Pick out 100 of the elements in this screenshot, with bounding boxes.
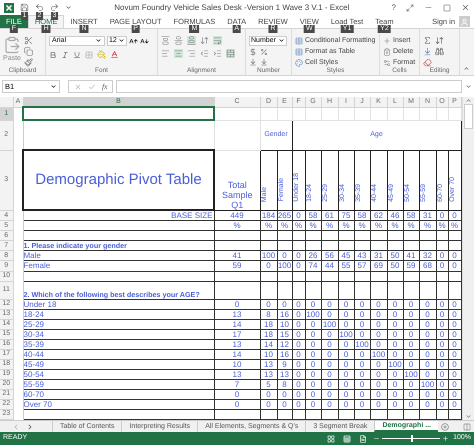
table-cell: 0 <box>292 339 305 350</box>
row-label-cell: 50-54 <box>23 369 214 380</box>
bold-icon[interactable] <box>49 50 57 58</box>
clear-icon[interactable] <box>423 58 432 67</box>
table-cell: 58 <box>403 210 419 221</box>
row-label-cell: 35-39 <box>23 339 214 350</box>
table-cell: 0 <box>436 339 448 350</box>
maximize-icon[interactable] <box>443 4 451 12</box>
table-cell: 0 <box>292 359 305 370</box>
dropdown-caret-icon[interactable] <box>118 37 125 44</box>
page-layout-view-icon[interactable] <box>343 434 352 442</box>
fill-color-icon[interactable] <box>97 50 106 59</box>
table-cell: 0 <box>338 349 354 360</box>
shrink-font-icon[interactable] <box>140 36 149 46</box>
dropdown-caret-icon[interactable] <box>278 37 285 44</box>
table-cell: 0 <box>354 319 370 330</box>
table-cell: 13 <box>214 309 260 320</box>
formula-input[interactable] <box>116 80 462 93</box>
page-break-view-icon[interactable] <box>359 434 368 442</box>
table-cell: 0 <box>277 250 292 261</box>
table-cell: 0 <box>260 389 277 400</box>
table-cell: 0 <box>338 359 354 370</box>
zoom-in-icon[interactable] <box>442 435 450 442</box>
table-cell: 32 <box>419 250 436 261</box>
dropdown-caret-icon[interactable] <box>95 37 102 44</box>
table-cell: 0 <box>448 309 461 320</box>
font-color-icon[interactable] <box>110 50 119 59</box>
copy-icon[interactable] <box>24 47 33 56</box>
table-cell: 0 <box>292 329 305 340</box>
sort-icon[interactable] <box>435 36 444 45</box>
table-cell: % <box>403 220 419 231</box>
zoom-out-icon[interactable] <box>373 435 380 442</box>
expand-formula-icon[interactable] <box>465 83 472 90</box>
table-cell: 0 <box>448 349 461 360</box>
table-icon[interactable] <box>295 48 303 56</box>
scroll-up-icon[interactable] <box>464 97 472 104</box>
table-cell: 0 <box>292 299 305 310</box>
insert-cells-icon[interactable] <box>383 36 391 44</box>
align-middle-icon[interactable] <box>174 36 183 45</box>
row-label-cell: 25-29 <box>23 319 214 330</box>
table-cell: 45 <box>338 250 354 261</box>
italic-icon[interactable] <box>61 50 69 58</box>
find-icon[interactable] <box>435 47 444 56</box>
cell-styles-icon[interactable] <box>295 58 303 66</box>
table-cell: 100 <box>305 309 321 320</box>
ribbon-display-icon[interactable] <box>406 4 414 12</box>
cut-icon[interactable] <box>24 36 33 45</box>
align-right-icon[interactable] <box>187 49 196 58</box>
vertical-scrollbar[interactable] <box>462 97 474 420</box>
new-sheet-icon[interactable] <box>441 422 450 430</box>
table-cell: 0 <box>448 329 461 340</box>
normal-view-icon[interactable] <box>327 434 336 442</box>
table-cell: 0 <box>387 299 403 310</box>
redo-icon[interactable] <box>50 3 59 12</box>
table-cell: % <box>260 220 277 231</box>
autosum-icon[interactable] <box>423 36 432 45</box>
table-cell: 0 <box>292 399 305 410</box>
table-cell: % <box>419 220 436 231</box>
format-painter-icon[interactable] <box>24 58 33 67</box>
delete-cells-icon[interactable] <box>383 48 391 56</box>
next-sheet-icon[interactable] <box>26 422 34 430</box>
save-icon[interactable] <box>20 3 29 12</box>
table-cell: 0 <box>321 369 338 380</box>
pivot-title: Demographic Pivot Table <box>23 150 214 210</box>
scroll-thumb[interactable] <box>464 104 473 129</box>
dropdown-caret-icon[interactable] <box>50 83 57 90</box>
currency-icon[interactable] <box>249 48 257 56</box>
fill-icon[interactable] <box>423 47 432 56</box>
column-header-cell: Total Sample Q1 <box>214 150 260 210</box>
percent-icon[interactable] <box>260 48 268 56</box>
grow-font-icon[interactable] <box>129 36 138 46</box>
excel-logo-icon[interactable] <box>4 2 14 12</box>
decrease-indent-icon[interactable] <box>200 49 209 58</box>
table-cell: 0 <box>403 359 419 370</box>
collapse-ribbon-icon[interactable] <box>463 65 470 72</box>
zoom-thumb[interactable] <box>411 435 414 442</box>
table-cell: 18 <box>260 319 277 330</box>
underline-icon[interactable] <box>73 50 81 58</box>
help-button[interactable]: ? <box>392 2 396 14</box>
selected-cell[interactable] <box>23 107 214 120</box>
table-cell: 0 <box>292 250 305 261</box>
increase-indent-icon[interactable] <box>213 49 222 58</box>
scroll-down-icon[interactable] <box>464 413 472 420</box>
table-cell: 0 <box>354 329 370 340</box>
customize-caret-icon[interactable] <box>65 4 72 11</box>
table-cell: 0 <box>436 299 448 310</box>
close-icon[interactable] <box>461 3 470 12</box>
align-bottom-icon[interactable] <box>187 36 196 45</box>
align-top-icon[interactable] <box>161 36 170 45</box>
table-cell: 0 <box>436 349 448 360</box>
align-left-icon[interactable] <box>161 49 170 58</box>
table-cell: 0 <box>354 299 370 310</box>
table-cell: 0 <box>354 379 370 390</box>
merge-icon[interactable] <box>226 49 235 58</box>
table-cell: 0 <box>370 339 387 350</box>
split-handle-icon[interactable] <box>463 422 471 430</box>
undo-icon[interactable] <box>35 3 44 12</box>
wrap-text-icon[interactable] <box>213 36 222 45</box>
align-center-icon[interactable] <box>174 49 183 58</box>
table-cell: 0 <box>321 359 338 370</box>
